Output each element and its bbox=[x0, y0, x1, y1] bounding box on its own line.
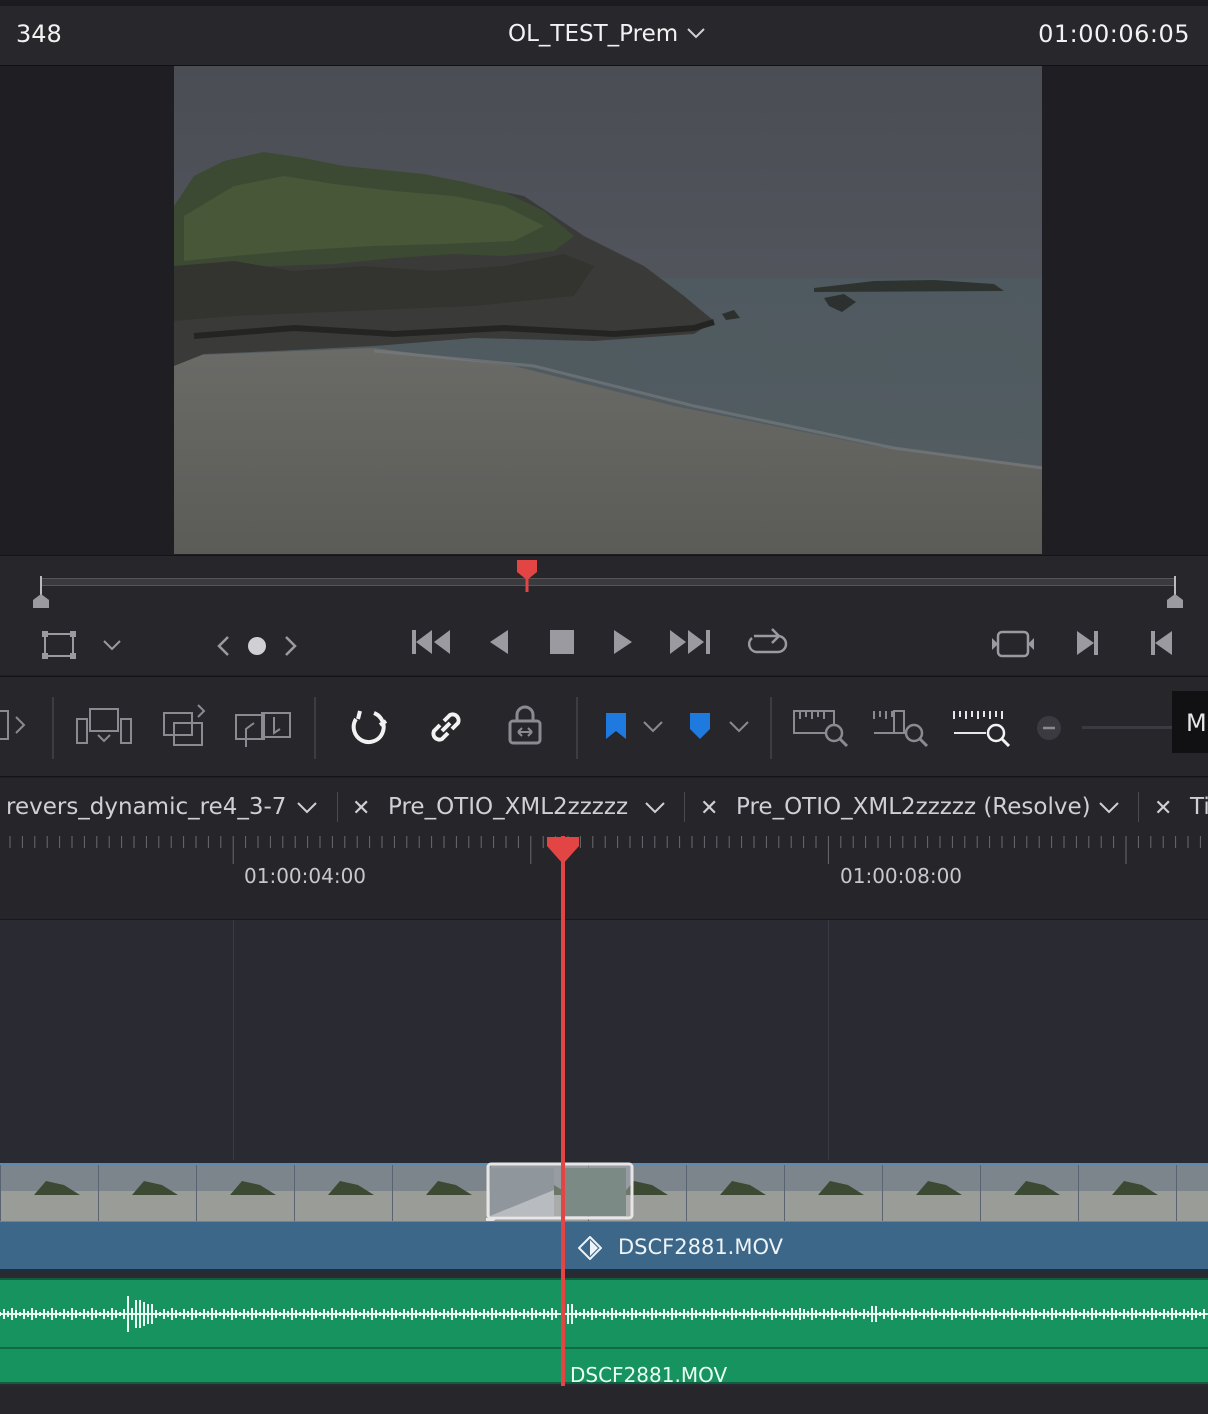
zoom-overflow-button[interactable]: M bbox=[1172, 691, 1208, 753]
zoom-detail-icon[interactable] bbox=[872, 707, 932, 747]
timeline-tracks: DSCF2881.MOV DSCF2881.MOV bbox=[0, 920, 1208, 1414]
playhead-icon[interactable] bbox=[546, 836, 580, 866]
chevron-down-icon[interactable] bbox=[644, 800, 666, 816]
transition-icon[interactable] bbox=[484, 1160, 634, 1226]
insert-clip-icon[interactable] bbox=[74, 705, 134, 749]
tab-label[interactable]: revers_dynamic_re4_3-7 bbox=[6, 794, 286, 820]
toolbar-separator bbox=[576, 697, 578, 759]
tab-label[interactable]: Ti bbox=[1190, 794, 1208, 820]
marker-icon[interactable] bbox=[688, 711, 714, 741]
audio-clip[interactable]: DSCF2881.MOV bbox=[0, 1278, 1208, 1387]
gridline bbox=[828, 920, 829, 1160]
video-clip[interactable]: DSCF2881.MOV bbox=[0, 1221, 1208, 1271]
gridline bbox=[233, 920, 234, 1160]
tab-separator bbox=[337, 792, 338, 822]
thumbnail-frame bbox=[98, 1165, 196, 1221]
viewer-header: 348 OL_TEST_Prem 01:00:06:05 bbox=[0, 0, 1208, 66]
zoom-full-icon[interactable] bbox=[792, 707, 852, 747]
thumbnail-frame bbox=[784, 1165, 882, 1221]
match-frame-icon[interactable] bbox=[992, 628, 1034, 660]
chevron-down-icon[interactable] bbox=[728, 719, 750, 735]
video-frame bbox=[174, 66, 1042, 554]
tab-separator bbox=[684, 792, 685, 822]
playhead-line[interactable] bbox=[561, 836, 565, 1386]
tab-label[interactable]: Pre_OTIO_XML2zzzzz bbox=[388, 794, 628, 820]
chevron-down-icon[interactable] bbox=[102, 638, 122, 652]
toolbar-separator bbox=[770, 697, 772, 759]
chevron-down-icon[interactable] bbox=[296, 800, 318, 816]
in-point-handle-icon[interactable] bbox=[30, 574, 52, 610]
viewer bbox=[0, 66, 1208, 592]
next-edit-icon[interactable] bbox=[1074, 628, 1102, 658]
position-lock-icon[interactable] bbox=[506, 705, 544, 747]
play-icon[interactable] bbox=[610, 628, 636, 656]
thumbnail-frame bbox=[294, 1165, 392, 1221]
thumbnail-frame bbox=[882, 1165, 980, 1221]
frame-count: 348 bbox=[16, 20, 62, 48]
loop-icon[interactable] bbox=[744, 624, 790, 658]
go-to-start-icon[interactable] bbox=[410, 628, 454, 656]
edit-toolbar: M bbox=[0, 676, 1208, 777]
empty-track-region bbox=[0, 920, 1208, 1160]
timeline-bottom-strip bbox=[0, 1386, 1208, 1414]
audio-waveform bbox=[0, 1296, 1208, 1349]
scrub-bar[interactable] bbox=[40, 578, 1176, 586]
tab-label[interactable]: Pre_OTIO_XML2zzzzz (Resolve) bbox=[736, 794, 1091, 820]
go-to-end-icon[interactable] bbox=[668, 628, 712, 656]
timecode-display: 01:00:06:05 bbox=[1038, 20, 1190, 48]
close-icon[interactable]: ✕ bbox=[700, 796, 718, 821]
stop-icon[interactable] bbox=[548, 628, 576, 656]
chevron-down-icon[interactable] bbox=[642, 719, 664, 735]
overwrite-clip-icon[interactable] bbox=[160, 703, 210, 749]
ruler-label: 01:00:04:00 bbox=[244, 864, 367, 888]
marker-nav-icon[interactable] bbox=[214, 634, 304, 658]
toolbar-separator bbox=[314, 697, 316, 759]
trim-edit-icon[interactable] bbox=[0, 707, 30, 743]
keyframe-icon bbox=[578, 1236, 602, 1260]
scrub-playhead-icon[interactable] bbox=[515, 558, 539, 594]
play-reverse-icon[interactable] bbox=[486, 628, 512, 656]
toolbar-separator bbox=[52, 697, 54, 759]
flag-icon[interactable] bbox=[604, 711, 630, 743]
timeline-title[interactable]: OL_TEST_Prem bbox=[508, 21, 678, 47]
thumbnail-frame bbox=[1176, 1165, 1208, 1221]
ruler-ticks bbox=[9, 836, 1201, 864]
zoom-out-icon[interactable] bbox=[1036, 715, 1062, 741]
clip-name: DSCF2881.MOV bbox=[618, 1235, 784, 1259]
thumbnail-frame bbox=[392, 1165, 490, 1221]
ruler-label: 01:00:08:00 bbox=[840, 864, 963, 888]
close-icon[interactable]: ✕ bbox=[352, 796, 370, 821]
linked-selection-icon[interactable] bbox=[426, 707, 466, 747]
zoom-slider[interactable] bbox=[1082, 726, 1172, 729]
clip-name: DSCF2881.MOV bbox=[570, 1363, 728, 1387]
close-icon[interactable]: ✕ bbox=[1154, 796, 1172, 821]
previous-edit-icon[interactable] bbox=[1148, 628, 1176, 658]
chevron-down-icon[interactable] bbox=[686, 26, 706, 40]
thumbnail-frame bbox=[196, 1165, 294, 1221]
scrubber-area bbox=[0, 555, 1208, 675]
timeline-ruler[interactable]: 01:00:04:00 01:00:08:00 bbox=[0, 836, 1208, 920]
snapping-icon[interactable] bbox=[346, 705, 390, 749]
zoom-custom-icon[interactable] bbox=[952, 707, 1012, 747]
header-top-strip bbox=[0, 0, 1208, 6]
thumbnail-frame bbox=[686, 1165, 784, 1221]
replace-clip-icon[interactable] bbox=[232, 703, 296, 749]
thumbnail-frame bbox=[0, 1165, 98, 1221]
chevron-down-icon[interactable] bbox=[1098, 800, 1120, 816]
timeline-tabs: revers_dynamic_re4_3-7 ✕ Pre_OTIO_XML2zz… bbox=[0, 778, 1208, 836]
out-point-handle-icon[interactable] bbox=[1164, 574, 1186, 610]
thumbnail-frame bbox=[1078, 1165, 1176, 1221]
viewer-size-icon[interactable] bbox=[42, 630, 78, 660]
tab-separator bbox=[1138, 792, 1139, 822]
thumbnail-frame bbox=[980, 1165, 1078, 1221]
